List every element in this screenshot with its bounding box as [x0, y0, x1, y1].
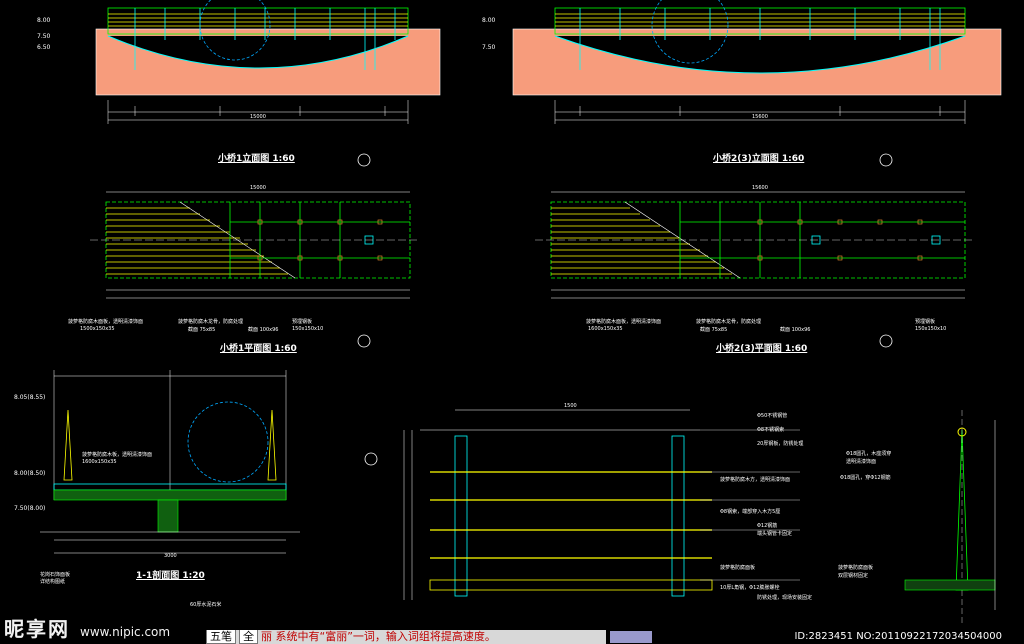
plan2-note-1: 菠萝格防腐木面板，透明清漆饰面 — [586, 319, 662, 325]
ime-mode-label[interactable]: 五笔 — [206, 630, 236, 644]
plan1-total-dim: 15000 — [250, 185, 266, 191]
elev2-total-dim: 15600 — [752, 114, 768, 120]
plan2-note-2: 菠萝格防腐木龙骨，防腐处理 — [696, 319, 762, 325]
detail-note-3: 20厚钢板，防锈处理 — [757, 441, 804, 447]
plan2-spec-4: 150x150x10 — [915, 326, 947, 332]
level-2: 7.50 — [37, 33, 51, 40]
plan1-spec-2: 截面 75x85 — [188, 327, 216, 333]
detail-note-7: 端头钢管卡固定 — [757, 531, 793, 537]
detail-note-5: Φ8钢索，端部穿入木方5厘 — [720, 509, 781, 515]
plan-1-title: 小桥1平面图 1:60 — [220, 344, 297, 354]
watermark-brand-name: 昵享网 — [4, 617, 70, 641]
section-title: 1-1剖面图 1:20 — [136, 571, 205, 581]
plan-2 — [535, 191, 975, 299]
plan2-spec-2: 截面 75x85 — [700, 327, 728, 333]
level-1: 8.00 — [37, 17, 51, 24]
section-note-4: 详结构图纸 — [40, 579, 66, 585]
section-note-3: 花岗石饰面板 — [40, 572, 71, 578]
detail-width-dim: 1500 — [564, 403, 577, 409]
plan1-spec-1: 1500x150x35 — [80, 326, 115, 332]
detail-note-6: Φ12钢筋 — [757, 523, 778, 529]
plan2-spec-1: 1600x150x35 — [588, 326, 623, 332]
plan2-note-3: 预埋钢板 — [915, 319, 936, 325]
level-3: 6.50 — [37, 44, 51, 51]
side-note-4: 菠萝格防腐面板 — [838, 565, 874, 571]
plan1-note-3: 预埋钢板 — [292, 319, 313, 325]
section-level-3: 7.50(8.00) — [14, 505, 46, 512]
post-detail — [904, 410, 996, 625]
section-note-2: 1600x150x35 — [82, 459, 117, 465]
detail-note-8: 菠萝格防腐面板 — [720, 565, 756, 571]
section-total-dim: 3000 — [164, 553, 177, 559]
ime-hint-text: 丽 系统中有“富丽”一词，输入词组将提高速度。 — [261, 630, 496, 643]
plan1-spec-4: 150x150x10 — [292, 326, 324, 332]
section-markers — [357, 153, 893, 466]
section-note-5: 60厚水泥石米 — [190, 602, 222, 608]
plan-2-title: 小桥2(3)平面图 1:60 — [716, 344, 808, 354]
side-note-3: Φ18圆孔，穿Φ12钢筋 — [840, 475, 891, 481]
watermark-brand: 昵享网 www.nipic.com — [4, 613, 170, 642]
plan-1 — [90, 191, 420, 299]
watermark-url: www.nipic.com — [80, 625, 171, 639]
detail-note-1: Φ50不锈钢管 — [757, 413, 788, 419]
detail-note-9: 10厚L角钢，Φ12膨胀螺栓 — [720, 585, 780, 591]
detail-note-10: 防锈处理，现场安装固定 — [757, 595, 813, 601]
ime-toolbar-icons[interactable] — [610, 631, 652, 643]
section-1-1 — [40, 370, 300, 554]
side-note-1: Φ18圆孔，木座须穿 — [846, 451, 892, 457]
side-note-2: 透明清漆饰面 — [846, 459, 877, 465]
elev1-total-dim: 15000 — [250, 114, 266, 120]
ime-status-bar[interactable]: 五笔全丽 系统中有“富丽”一词，输入词组将提高速度。 — [206, 630, 606, 644]
plan1-note-2: 菠萝格防腐木龙骨，防腐处理 — [178, 319, 244, 325]
level-5: 7.50 — [482, 44, 496, 51]
cad-drawing — [40, 0, 1002, 625]
railing-detail — [403, 409, 800, 600]
section-level-2: 8.00(8.50) — [14, 470, 46, 477]
side-note-5: 双层钢材固定 — [838, 573, 869, 579]
detail-note-2: Φ8不锈钢索 — [757, 427, 785, 433]
elevation-2-title: 小桥2(3)立面图 1:60 — [713, 154, 805, 164]
detail-note-4: 菠萝格防腐木方，透明清漆饰面 — [720, 477, 791, 483]
elevation-1 — [95, 0, 441, 124]
section-note-1: 菠萝格防腐木板，透明清漆饰面 — [82, 452, 153, 458]
ime-width-label[interactable]: 全 — [239, 630, 258, 644]
plan1-spec-3: 截面 100x96 — [248, 327, 279, 333]
plan2-spec-3: 截面 100x96 — [780, 327, 811, 333]
section-level-1: 8.05(8.55) — [14, 394, 46, 401]
plan1-note-1: 菠萝格防腐木面板，透明清漆饰面 — [68, 319, 144, 325]
level-4: 8.00 — [482, 17, 496, 24]
elevation-2 — [512, 0, 1002, 124]
watermark-id: ID:2823451 NO:20110922172034504000 — [794, 631, 1002, 642]
elevation-1-title: 小桥1立面图 1:60 — [218, 154, 295, 164]
plan2-total-dim: 15600 — [752, 185, 768, 191]
